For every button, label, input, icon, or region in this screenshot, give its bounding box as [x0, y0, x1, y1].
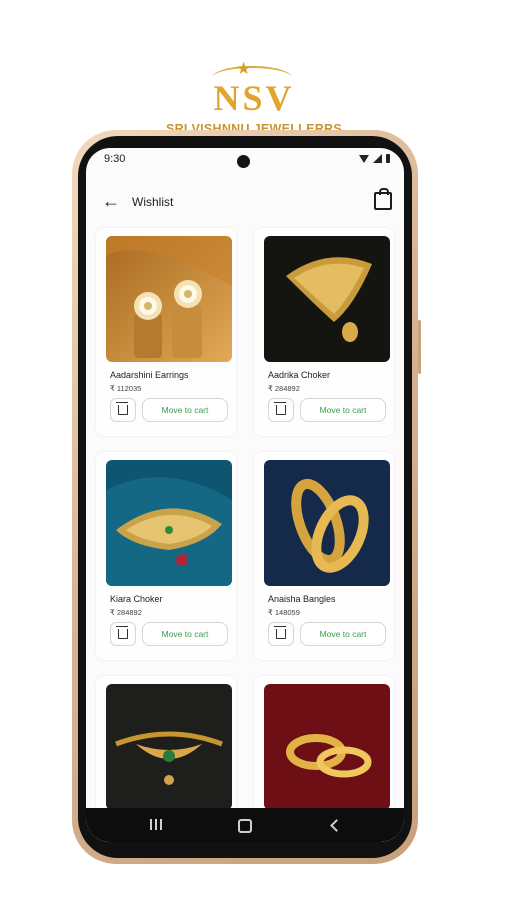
product-name: Aadarshini Earrings [110, 370, 189, 380]
move-to-cart-button[interactable]: Move to cart [300, 398, 386, 422]
trash-icon [274, 626, 286, 639]
product-price: ₹ 148059 [268, 608, 300, 617]
product-card[interactable]: Kiara Choker ₹ 284892 Move to cart [96, 452, 236, 660]
recent-apps-icon[interactable] [150, 819, 162, 830]
star-icon: ★ [236, 59, 252, 78]
product-price: ₹ 112035 [110, 384, 142, 393]
logo-mark: NSV [213, 78, 295, 118]
product-card[interactable]: Anaisha Bangles ₹ 148059 Move to cart [254, 452, 394, 660]
product-price: ₹ 284892 [110, 608, 142, 617]
product-image[interactable] [264, 684, 390, 810]
status-icons [359, 154, 390, 163]
back-icon[interactable] [330, 819, 343, 832]
product-image[interactable] [106, 460, 232, 586]
product-price: ₹ 284892 [268, 384, 300, 393]
remove-button[interactable] [268, 622, 294, 646]
phone-frame: 9:30 ← Wishlist Aadarshini Earrings ₹ 11… [72, 130, 421, 864]
app-screen: 9:30 ← Wishlist Aadarshini Earrings ₹ 11… [86, 148, 404, 842]
app-bar: ← Wishlist [86, 186, 404, 220]
shopping-bag-icon[interactable] [374, 188, 392, 210]
product-image[interactable] [106, 236, 232, 362]
home-icon[interactable] [238, 819, 252, 833]
signal-icon [373, 154, 382, 163]
product-card[interactable]: Aadrika Choker ₹ 284892 Move to cart [254, 228, 394, 436]
brand-logo: ★ NSV SRI VISHNNU JEWELLERRS Since 1994 [0, 28, 508, 146]
trash-icon [116, 402, 128, 415]
page-title: Wishlist [132, 195, 174, 209]
product-image[interactable] [264, 460, 390, 586]
move-to-cart-button[interactable]: Move to cart [300, 622, 386, 646]
remove-button[interactable] [268, 398, 294, 422]
move-to-cart-button[interactable]: Move to cart [142, 398, 228, 422]
battery-icon [386, 154, 390, 163]
front-camera [237, 155, 250, 168]
system-nav-bar [86, 808, 404, 842]
remove-button[interactable] [110, 622, 136, 646]
product-card[interactable]: Aadarshini Earrings ₹ 112035 Move to car… [96, 228, 236, 436]
trash-icon [116, 626, 128, 639]
status-time: 9:30 [104, 153, 126, 165]
power-button [418, 320, 421, 374]
product-name: Anaisha Bangles [268, 594, 336, 604]
arrow-left-icon[interactable]: ← [102, 192, 120, 210]
remove-button[interactable] [110, 398, 136, 422]
product-image[interactable] [106, 684, 232, 810]
wifi-icon [359, 154, 369, 163]
product-name: Kiara Choker [110, 594, 163, 604]
status-bar: 9:30 [86, 148, 404, 170]
trash-icon [274, 402, 286, 415]
product-image[interactable] [264, 236, 390, 362]
product-name: Aadrika Choker [268, 370, 331, 380]
move-to-cart-button[interactable]: Move to cart [142, 622, 228, 646]
